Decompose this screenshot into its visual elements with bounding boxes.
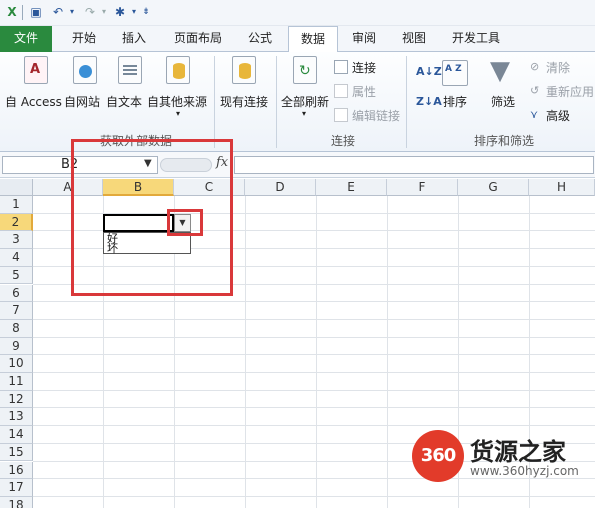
row-header-13[interactable]: 13: [0, 408, 33, 427]
advanced-button[interactable]: 高级: [546, 107, 570, 124]
refresh-all-button[interactable]: 全部刷新: [281, 93, 329, 110]
watermark-url: www.360hyzj.com: [470, 464, 579, 478]
row-header-17[interactable]: 17: [0, 479, 33, 497]
row-header-8[interactable]: 8: [0, 319, 33, 338]
formula-input[interactable]: [234, 156, 594, 174]
quick-access-toolbar: X ▣ ↶ ▾ ↷ ▾ ✱ ▾ ⇟: [0, 0, 595, 26]
row-header-6[interactable]: 6: [0, 284, 33, 303]
row-header-10[interactable]: 10: [0, 355, 33, 373]
reapply-icon: ↺: [530, 84, 540, 97]
toolbar-divider: [22, 5, 23, 20]
sort-za-icon[interactable]: Z↓A: [416, 95, 442, 108]
row-header-9[interactable]: 9: [0, 337, 33, 356]
tab-page-layout[interactable]: 页面布局: [164, 26, 232, 52]
sort-az-icon[interactable]: A↓Z: [416, 65, 442, 78]
sort-button[interactable]: 排序: [443, 93, 467, 110]
sort-icon: A Z: [442, 60, 468, 86]
clear-filter-icon: ⊘: [530, 60, 540, 73]
web-icon: [73, 56, 97, 84]
select-all-corner[interactable]: [0, 179, 33, 196]
filter-icon: ▼: [490, 56, 510, 86]
chevron-down-icon[interactable]: ▾: [302, 109, 306, 118]
row-header-18[interactable]: 18: [0, 496, 33, 508]
row-header-1[interactable]: 1: [0, 196, 33, 214]
watermark-logo: 360: [412, 430, 464, 482]
grid-line: [33, 407, 595, 409]
edit-links-button[interactable]: 编辑链接: [352, 107, 400, 124]
row-header-15[interactable]: 15: [0, 443, 33, 462]
other-sources-icon: [166, 56, 190, 84]
group-divider: [406, 56, 407, 148]
row-header-3[interactable]: 3: [0, 231, 33, 250]
row-header-7[interactable]: 7: [0, 302, 33, 320]
group-divider: [214, 56, 215, 148]
row-header-2[interactable]: 2: [0, 213, 33, 232]
chevron-down-icon[interactable]: ▾: [176, 109, 180, 118]
column-header-h[interactable]: H: [529, 179, 595, 196]
edit-links-icon: [334, 108, 348, 122]
existing-connections-icon: [232, 56, 256, 84]
text-file-icon: [118, 56, 142, 84]
tab-data[interactable]: 数据: [288, 26, 338, 53]
row-header-5[interactable]: 5: [0, 266, 33, 285]
watermark: 360 货源之家 www.360hyzj.com: [412, 430, 595, 490]
properties-icon: [334, 84, 348, 98]
clear-button[interactable]: 清除: [546, 59, 570, 76]
grid-line: [33, 372, 595, 373]
from-web-button[interactable]: 自网站: [64, 93, 100, 110]
advanced-filter-icon: ⋎: [530, 108, 539, 121]
tab-home[interactable]: 开始: [62, 26, 106, 52]
from-access-button[interactable]: 自 Access: [5, 93, 62, 110]
watermark-text: 货源之家: [470, 438, 566, 466]
grid-line: [33, 389, 595, 391]
group-label-connections: 连接: [331, 134, 356, 148]
grid-line: [33, 336, 595, 338]
tab-file[interactable]: 文件: [0, 26, 52, 52]
column-header-f[interactable]: F: [387, 179, 458, 196]
column-header-d[interactable]: D: [245, 179, 316, 196]
redo-dropdown-icon[interactable]: ▾: [96, 4, 112, 20]
save-icon[interactable]: ▣: [28, 4, 44, 20]
excel-icon[interactable]: X: [4, 4, 20, 20]
column-header-e[interactable]: E: [316, 179, 387, 196]
group-label-sort-filter: 排序和筛选: [474, 134, 535, 148]
ribbon-data: A 自 Access 自网站 自文本 自其他来源 ▾ 现有连接 获取外部数据 ↻…: [0, 52, 595, 152]
column-header-g[interactable]: G: [458, 179, 529, 196]
grid-line: [33, 425, 595, 427]
grid-line: [33, 301, 595, 303]
customize-toolbar-icon[interactable]: ⇟: [138, 4, 154, 20]
tab-insert[interactable]: 插入: [112, 26, 156, 52]
row-header-14[interactable]: 14: [0, 426, 33, 444]
tab-formulas[interactable]: 公式: [238, 26, 282, 52]
from-text-button[interactable]: 自文本: [106, 93, 142, 110]
from-other-sources-button[interactable]: 自其他来源: [147, 93, 207, 110]
filter-button[interactable]: 筛选: [491, 93, 515, 110]
reapply-button[interactable]: 重新应用: [546, 83, 594, 100]
highlight-box-arrow: [167, 209, 203, 236]
group-divider: [276, 56, 277, 148]
access-icon: A: [24, 56, 48, 84]
tab-review[interactable]: 审阅: [342, 26, 386, 52]
tab-view[interactable]: 视图: [392, 26, 436, 52]
grid-line: [33, 495, 595, 497]
row-header-11[interactable]: 11: [0, 373, 33, 391]
connections-button[interactable]: 连接: [352, 59, 376, 76]
row-header-12[interactable]: 12: [0, 390, 33, 409]
connections-icon: [334, 60, 348, 74]
tab-developer[interactable]: 开发工具: [444, 26, 508, 52]
row-header-4[interactable]: 4: [0, 249, 33, 267]
undo-dropdown-icon[interactable]: ▾: [64, 4, 80, 20]
row-header-16[interactable]: 16: [0, 461, 33, 480]
grid-line: [33, 318, 595, 320]
refresh-all-icon: ↻: [293, 56, 317, 84]
properties-button[interactable]: 属性: [352, 83, 376, 100]
grid-line: [33, 354, 595, 356]
highlight-box: [71, 139, 233, 296]
existing-connections-button[interactable]: 现有连接: [220, 93, 268, 110]
ribbon-tabs: 文件 开始 插入 页面布局 公式 数据 审阅 视图 开发工具: [0, 26, 595, 53]
